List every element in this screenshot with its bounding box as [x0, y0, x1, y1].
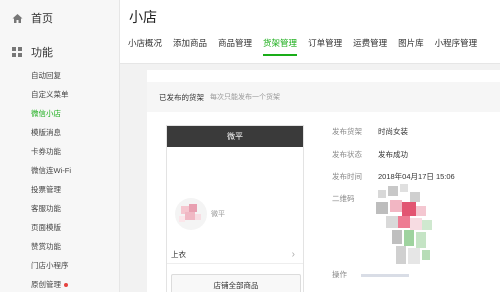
sidebar-item-wechat-shop[interactable]: 微信小店	[31, 104, 71, 123]
detail-shelf: 发布货架 时尚女装	[332, 126, 408, 137]
all-products-button[interactable]: 店铺全部商品	[171, 274, 301, 292]
sidebar-func-label: 功能	[31, 47, 53, 59]
tab-add-product[interactable]: 添加商品	[173, 37, 207, 56]
sidebar-item-customer-service[interactable]: 客服功能	[31, 199, 71, 218]
sidebar-item-label: 微信连Wi-Fi	[31, 166, 71, 175]
category-label: 上衣	[171, 250, 186, 259]
sidebar-item-coupons[interactable]: 卡券功能	[31, 142, 71, 161]
detail-value: 发布成功	[378, 150, 408, 159]
sidebar-item-label: 原创管理	[31, 280, 61, 289]
sidebar-item-label: 门店小程序	[31, 261, 69, 270]
detail-value: 时尚女装	[378, 127, 408, 136]
sidebar-item-label: 页面模版	[31, 223, 61, 232]
detail-label: 发布货架	[332, 127, 362, 136]
chevron-right-icon: ›	[291, 249, 295, 260]
home-icon	[12, 13, 23, 24]
qr-code-image	[370, 180, 440, 272]
detail-status: 发布状态 发布成功	[332, 149, 408, 160]
sidebar-item-auto-reply[interactable]: 自动回复	[31, 66, 71, 85]
sidebar-item-label: 微信小店	[31, 109, 61, 118]
sidebar-item-reward[interactable]: 赞赏功能	[31, 237, 71, 256]
sidebar-item-label: 投票管理	[31, 185, 61, 194]
sidebar: 首页 功能 自动回复 自定义菜单 微信小店 模版消息 卡券功能 微信连Wi-Fi…	[0, 0, 120, 292]
sidebar-item-label: 卡券功能	[31, 147, 61, 156]
sidebar-section-functions[interactable]: 功能	[12, 44, 53, 60]
sidebar-item-label: 自动回复	[31, 71, 61, 80]
notice-hint: 每次只能发布一个货架	[210, 94, 280, 101]
tab-image-library[interactable]: 图片库	[398, 37, 424, 56]
shop-name: 微平	[211, 211, 225, 218]
shelf-preview: 微平 微平 上衣 › 店铺全部商品	[166, 125, 304, 292]
tab-shop-overview[interactable]: 小店概况	[128, 37, 162, 56]
tab-shipping-management[interactable]: 运费管理	[353, 37, 387, 56]
sidebar-home-label: 首页	[31, 13, 53, 25]
tab-miniprogram-management[interactable]: 小程序管理	[435, 37, 478, 56]
sidebar-item-template-message[interactable]: 模版消息	[31, 123, 71, 142]
sidebar-item-label: 模版消息	[31, 128, 61, 137]
main-area: 小店 小店概况 添加商品 商品管理 货架管理 订单管理 运费管理 图片库 小程序…	[120, 0, 500, 292]
sidebar-item-label: 赞赏功能	[31, 242, 61, 251]
tab-shelf-management[interactable]: 货架管理	[263, 37, 298, 56]
sidebar-item-wifi[interactable]: 微信连Wi-Fi	[31, 161, 71, 180]
content-panel: 已发布的货架 每次只能发布一个货架 微平 微平 上衣 › 店铺全部商品 发布货架…	[147, 70, 500, 292]
published-shelf-notice: 已发布的货架 每次只能发布一个货架	[147, 82, 500, 112]
grid-icon	[12, 46, 23, 58]
shop-logo	[175, 198, 207, 230]
sidebar-item-vote[interactable]: 投票管理	[31, 180, 71, 199]
notification-dot	[64, 283, 68, 288]
page-title: 小店	[129, 9, 157, 25]
sidebar-item-custom-menu[interactable]: 自定义菜单	[31, 85, 71, 104]
operations-row: 操作	[332, 269, 410, 280]
preview-header: 微平	[167, 126, 303, 147]
tab-order-management[interactable]: 订单管理	[308, 37, 342, 56]
tab-bar: 小店概况 添加商品 商品管理 货架管理 订单管理 运费管理 图片库 小程序管理	[128, 37, 488, 56]
notice-label: 已发布的货架	[159, 92, 204, 102]
sidebar-function-list: 自动回复 自定义菜单 微信小店 模版消息 卡券功能 微信连Wi-Fi 投票管理 …	[31, 66, 71, 292]
sidebar-item-home[interactable]: 首页	[12, 10, 53, 26]
sidebar-item-page-template[interactable]: 页面模版	[31, 218, 71, 237]
operations-label: 操作	[332, 270, 347, 279]
detail-label: 发布状态	[332, 150, 362, 159]
operations-link[interactable]	[361, 273, 410, 277]
sidebar-item-label: 客服功能	[31, 204, 61, 213]
sidebar-item-label: 自定义菜单	[31, 90, 69, 99]
category-row[interactable]: 上衣 ›	[167, 246, 303, 264]
page-header: 小店 小店概况 添加商品 商品管理 货架管理 订单管理 运费管理 图片库 小程序…	[120, 0, 500, 64]
sidebar-item-original-management[interactable]: 原创管理	[31, 275, 71, 292]
tab-product-management[interactable]: 商品管理	[218, 37, 252, 56]
sidebar-item-store-miniprogram[interactable]: 门店小程序	[31, 256, 71, 275]
